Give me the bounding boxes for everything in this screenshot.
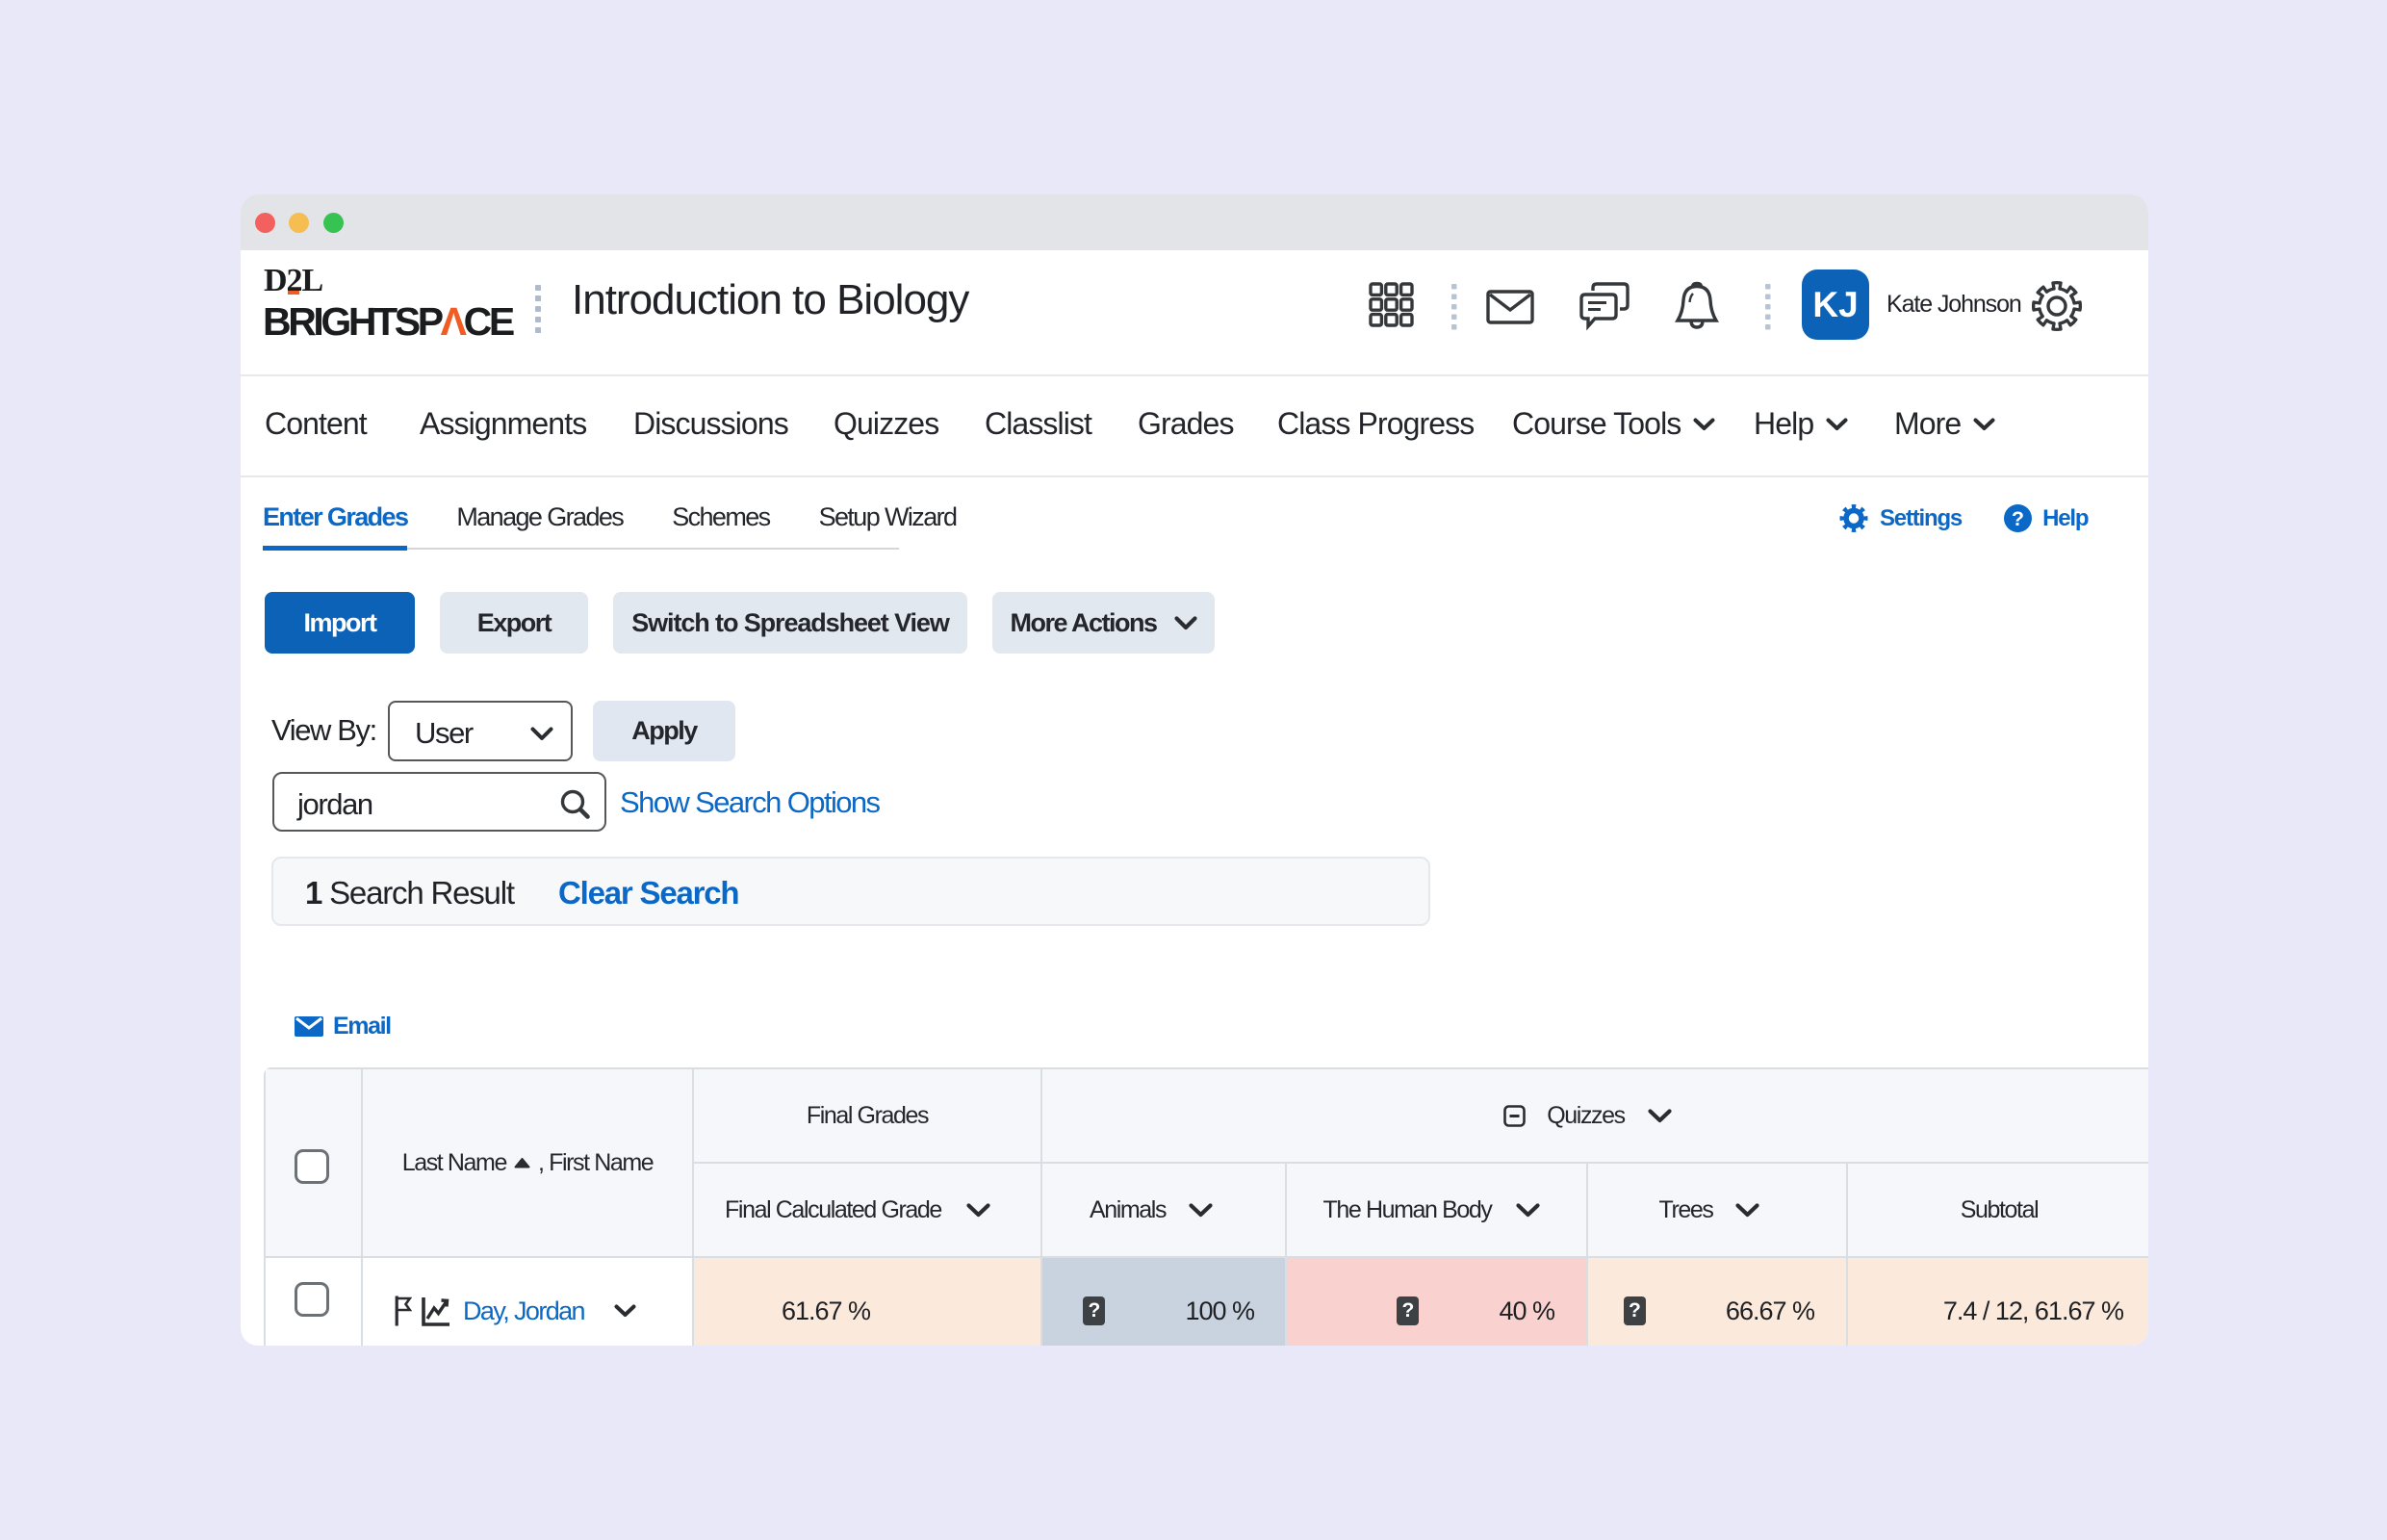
svg-text:?: ? <box>2012 507 2024 530</box>
